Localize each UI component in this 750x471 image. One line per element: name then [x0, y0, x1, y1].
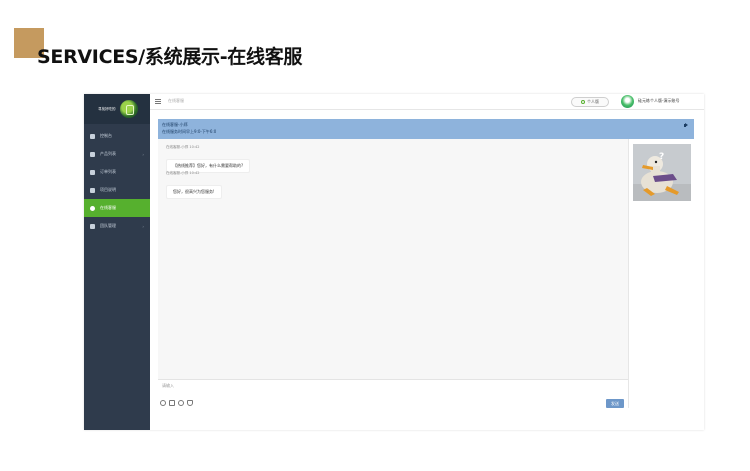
- user-icon: [90, 205, 95, 211]
- service-hours: 在线服务时间早上9:0-下午6:0: [162, 129, 217, 134]
- username[interactable]: 硅元练个人版-演示账号: [638, 98, 679, 104]
- chevron-right-icon: ›: [142, 224, 144, 229]
- avatar[interactable]: [621, 95, 634, 108]
- message-input-placeholder: 请输入: [162, 383, 174, 388]
- user-icon: [581, 100, 585, 104]
- message-item: 在线客服-小郑 10:42 您好，很高兴为您服务!: [166, 171, 222, 199]
- sidebar-item-dashboard[interactable]: 控制台: [84, 127, 150, 145]
- agent-name: 在线客服-小郑: [162, 122, 188, 127]
- personal-version-button[interactable]: 个人版: [571, 97, 609, 107]
- grid-icon: [90, 151, 95, 157]
- logo-text: 寻找好吃的: [98, 106, 116, 111]
- duck-toy-image: ?: [633, 144, 691, 201]
- topbar-search[interactable]: 在线客服: [168, 98, 184, 104]
- sidebar-item-label: 订单列表: [100, 169, 116, 174]
- send-button[interactable]: 发送: [606, 399, 624, 408]
- chat-toolbar: [160, 400, 193, 406]
- sidebar: 寻找好吃的 控制台 产品列表 › 订单列表 项目说明 在线客服 团队管理 ›: [84, 94, 150, 430]
- message-input[interactable]: 请输入: [158, 379, 628, 408]
- cart-icon: [90, 169, 95, 175]
- message-meta: 在线客服-小郑 10:42: [166, 145, 200, 149]
- thumbs-up-icon[interactable]: [187, 400, 193, 406]
- sidebar-item-label: 项目说明: [100, 187, 116, 192]
- slide-title: SERVICES/系统展示-在线客服: [37, 46, 303, 68]
- sidebar-nav: 控制台 产品列表 › 订单列表 项目说明 在线客服 团队管理 ›: [84, 127, 150, 235]
- sidebar-item-label: 控制台: [100, 133, 112, 138]
- topbar: 在线客服 个人版 硅元练个人版-演示账号 ▾: [150, 94, 704, 110]
- emoji-icon[interactable]: [160, 400, 166, 406]
- personal-version-label: 个人版: [587, 99, 599, 104]
- app-screenshot: 寻找好吃的 控制台 产品列表 › 订单列表 项目说明 在线客服 团队管理 › 在…: [84, 94, 704, 430]
- sidebar-item-label: 在线客服: [100, 205, 116, 210]
- chat-header: 在线客服-小郑 在线服务时间早上9:0-下午6:0: [158, 119, 694, 139]
- message-item: 在线客服-小郑 10:42 【热线推荐】您好，有什么需要帮助的?: [166, 145, 251, 173]
- doc-icon: [90, 187, 95, 193]
- agent-photo: ?: [633, 144, 691, 201]
- image-icon[interactable]: [169, 400, 175, 406]
- logo[interactable]: 寻找好吃的: [84, 94, 150, 124]
- message-bubble: 您好，很高兴为您服务!: [166, 185, 222, 199]
- logo-icon: [119, 100, 138, 118]
- chat-messages: 在线客服-小郑 10:42 【热线推荐】您好，有什么需要帮助的? 在线客服-小郑…: [158, 139, 628, 379]
- sidebar-item-products[interactable]: 产品列表 ›: [84, 145, 150, 163]
- sidebar-item-label: 团队管理: [100, 223, 116, 228]
- chevron-right-icon: ›: [142, 152, 144, 157]
- menu-icon[interactable]: [155, 99, 161, 104]
- svg-text:?: ?: [659, 152, 664, 162]
- sidebar-item-team[interactable]: 团队管理 ›: [84, 217, 150, 235]
- message-meta: 在线客服-小郑 10:42: [166, 171, 200, 175]
- team-icon: [90, 223, 95, 229]
- speaker-icon[interactable]: [684, 123, 690, 129]
- agent-panel: ?: [628, 139, 694, 408]
- sidebar-item-orders[interactable]: 订单列表: [84, 163, 150, 181]
- sidebar-item-label: 产品列表: [100, 151, 116, 156]
- sidebar-item-online-service[interactable]: 在线客服: [84, 199, 150, 217]
- home-icon: [90, 133, 95, 139]
- clock-icon[interactable]: [178, 400, 184, 406]
- sidebar-item-project-info[interactable]: 项目说明: [84, 181, 150, 199]
- slide: SERVICES/系统展示-在线客服 寻找好吃的 控制台 产品列表 › 订单列表…: [0, 0, 750, 471]
